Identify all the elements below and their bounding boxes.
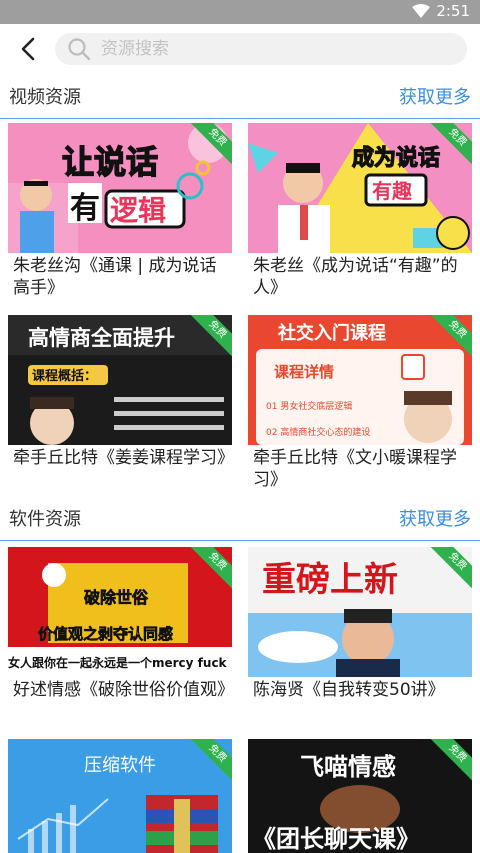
section-title: 视频资源 [9, 87, 81, 108]
thumb-text: 逻辑 [110, 194, 166, 227]
thumb-text: 《团长聊天课》 [252, 825, 420, 853]
resource-card[interactable]: 高情商全面提升 课程概括： 免费 牵手丘比特《姜姜课程学习》 [8, 315, 234, 469]
card-thumbnail: 成为说话 有趣 免费 [248, 123, 472, 253]
section-title: 软件资源 [9, 509, 81, 530]
thumb-text: 01 男女社交底层逻辑 [266, 400, 352, 412]
card-title: 陈海贤《自我转变50讲》 [253, 680, 445, 700]
resource-card[interactable]: 成为说话 有趣 免费 朱老丝《成为说话“有趣”的人》 [248, 123, 472, 299]
thumb-text: 价值观之剥夺认同感 [38, 625, 173, 643]
thumb-text: 成为说话 [352, 145, 440, 171]
search-icon [68, 38, 91, 61]
thumb-text: 有 [70, 191, 100, 226]
section-header-video: 视频资源 获取更多 [0, 74, 480, 119]
card-thumbnail: 高情商全面提升 课程概括： 免费 [8, 315, 232, 445]
card-title: 牵手丘比特《姜姜课程学习》 [13, 448, 234, 468]
thumb-text: 02 高情商社交心态的建设 [266, 426, 370, 438]
card-title: 朱老丝沟《通课 | 成为说话高手》 [13, 256, 217, 298]
thumb-text: 飞喵情感 [300, 753, 396, 781]
resource-card[interactable]: 破除世俗 价值观之剥夺认同感 女人跟你在一起永远是一个mercy fuck 免费… [8, 547, 234, 701]
thumb-text: 让说话 [62, 143, 158, 181]
card-title: 牵手丘比特《文小暖课程学习》 [253, 448, 457, 490]
resource-card[interactable]: 飞喵情感 《团长聊天课》 免费 [248, 739, 472, 853]
card-thumbnail: 重磅上新 免费 [248, 547, 472, 677]
card-title: 朱老丝《成为说话“有趣”的人》 [253, 256, 458, 298]
status-time: 2:51 [436, 2, 470, 20]
thumb-text: 课程详情 [274, 363, 334, 381]
thumb-text: 压缩软件 [84, 755, 156, 776]
more-link[interactable]: 获取更多 [399, 83, 471, 109]
search-bar[interactable]: 资源搜索 [55, 33, 467, 65]
card-title: 好述情感《破除世俗价值观》 [13, 680, 234, 700]
thumb-text: 破除世俗 [84, 588, 149, 607]
thumb-text: 课程概括： [32, 368, 97, 384]
back-arrow-icon [21, 37, 35, 61]
status-icons: 2:51 [412, 2, 470, 20]
status-bar: 2:51 [0, 0, 480, 24]
resource-card[interactable]: 让说话 有 逻辑 免费 朱老丝沟《通课 | 成为说话高手》 [8, 123, 232, 299]
resource-card[interactable]: 社交入门课程 课程详情 01 男女社交底层逻辑 02 高情商社交心态的建设 免费… [248, 315, 472, 491]
thumb-text: 重磅上新 [262, 560, 398, 600]
card-thumbnail: 压缩软件 免费 [8, 739, 232, 853]
card-thumbnail: 飞喵情感 《团长聊天课》 免费 [248, 739, 472, 853]
section-header-software: 软件资源 获取更多 [0, 496, 480, 541]
top-bar: 资源搜索 [0, 24, 480, 74]
card-thumbnail: 社交入门课程 课程详情 01 男女社交底层逻辑 02 高情商社交心态的建设 免费 [248, 315, 472, 445]
card-thumbnail: 让说话 有 逻辑 免费 [8, 123, 232, 253]
more-link[interactable]: 获取更多 [399, 505, 471, 531]
thumb-text: 女人跟你在一起永远是一个mercy fuck [8, 655, 228, 670]
back-button[interactable] [14, 34, 44, 64]
resource-card[interactable]: 压缩软件 免费 [8, 739, 232, 853]
thumb-text: 高情商全面提升 [28, 326, 175, 350]
resource-card[interactable]: 重磅上新 免费 陈海贤《自我转变50讲》 [248, 547, 472, 701]
search-input[interactable]: 资源搜索 [101, 33, 169, 65]
thumb-text: 有趣 [372, 179, 413, 203]
card-thumbnail: 破除世俗 价值观之剥夺认同感 女人跟你在一起永远是一个mercy fuck 免费 [8, 547, 232, 677]
wifi-icon [412, 4, 431, 18]
thumb-text: 社交入门课程 [278, 322, 386, 344]
